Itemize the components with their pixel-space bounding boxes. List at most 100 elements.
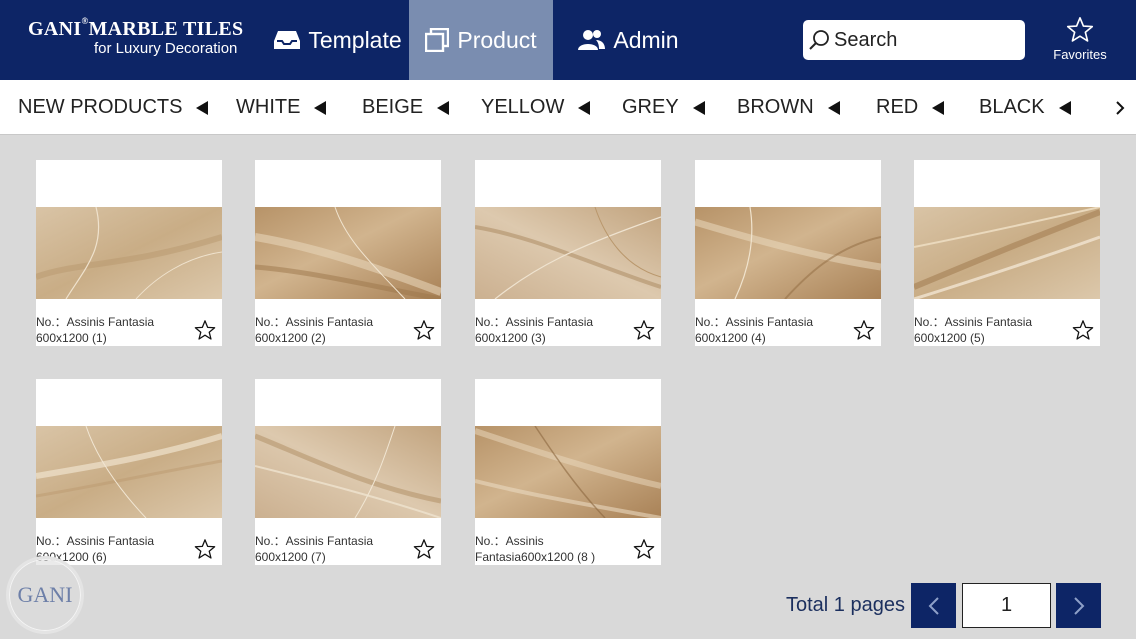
product-card-5[interactable]: No.：Assinis Fantasia 600x1200 (5) — [914, 160, 1100, 346]
product-size: 600x1200 (3) — [475, 331, 546, 345]
product-card-7[interactable]: No.：Assinis Fantasia 600x1200 (7) — [255, 379, 441, 565]
category-new-products[interactable]: NEW PRODUCTS — [18, 80, 209, 134]
product-image[interactable] — [695, 207, 881, 299]
category-label: WHITE — [236, 96, 301, 118]
category-label: RED — [876, 96, 919, 118]
favorite-star-icon[interactable] — [194, 538, 216, 560]
chevron-right-icon — [1116, 100, 1125, 115]
favorite-star-icon[interactable] — [853, 319, 875, 341]
next-page-button[interactable] — [1056, 583, 1101, 628]
category-label: YELLOW — [481, 96, 565, 118]
favorite-star-icon[interactable] — [413, 319, 435, 341]
product-size: 600x1200 (7) — [255, 550, 326, 564]
category-beige[interactable]: BEIGE — [362, 80, 450, 134]
chevron-left-icon — [928, 596, 939, 615]
triangle-left-icon — [437, 100, 450, 115]
favorites-label: Favorites — [1053, 47, 1107, 62]
brand-logo: GANI®MARBLE TILES for Luxury Decoration — [28, 16, 258, 57]
nav-template-label: Template — [308, 26, 402, 53]
triangle-left-icon — [1058, 100, 1071, 115]
favorite-star-icon[interactable] — [633, 538, 655, 560]
product-image[interactable] — [914, 207, 1100, 299]
favorite-star-icon[interactable] — [633, 319, 655, 341]
category-red[interactable]: RED — [876, 80, 945, 134]
total-pages-label: Total 1 pages — [786, 594, 905, 616]
product-number: No.：Assinis Fantasia — [36, 534, 155, 548]
product-caption: No.：Assinis Fantasia600x1200 (8 ) — [475, 533, 625, 565]
favorite-star-icon[interactable] — [194, 319, 216, 341]
category-white[interactable]: WHITE — [236, 80, 327, 134]
triangle-left-icon — [827, 100, 840, 115]
prev-page-button[interactable] — [911, 583, 956, 628]
nav-product-label: Product — [457, 26, 537, 53]
nav-admin[interactable]: Admin — [553, 0, 703, 80]
product-card-8[interactable]: No.：Assinis Fantasia600x1200 (8 ) — [475, 379, 661, 565]
product-card-1[interactable]: No.：Assinis Fantasia 600x1200 (1) — [36, 160, 222, 346]
product-image[interactable] — [36, 207, 222, 299]
favorite-star-icon[interactable] — [1072, 319, 1094, 341]
star-outline-icon — [1066, 17, 1094, 42]
chevron-right-icon — [1073, 596, 1084, 615]
product-caption: No.：Assinis Fantasia 600x1200 (5) — [914, 314, 1064, 346]
product-card-3[interactable]: No.：Assinis Fantasia 600x1200 (3) — [475, 160, 661, 346]
category-grey[interactable]: GREY — [622, 80, 705, 134]
product-image[interactable] — [475, 426, 661, 518]
product-number: No.：Assinis Fantasia — [475, 315, 594, 329]
search-box[interactable] — [803, 20, 1025, 60]
product-number: No.：Assinis Fantasia — [36, 315, 155, 329]
triangle-left-icon — [314, 100, 327, 115]
product-caption: No.：Assinis Fantasia 600x1200 (4) — [695, 314, 845, 346]
nav-template[interactable]: Template — [268, 0, 408, 80]
category-label: GREY — [622, 96, 679, 118]
brand-subtitle: for Luxury Decoration — [94, 40, 238, 57]
category-label: BROWN — [737, 96, 814, 118]
users-icon — [578, 30, 606, 50]
product-image[interactable] — [255, 207, 441, 299]
product-image[interactable] — [36, 426, 222, 518]
category-label: BLACK — [979, 96, 1045, 118]
product-caption: No.：Assinis Fantasia 600x1200 (1) — [36, 314, 186, 346]
product-number: No.：Assinis — [475, 534, 544, 548]
search-input[interactable] — [834, 28, 1014, 52]
product-caption: No.：Assinis Fantasia 600x1200 (7) — [255, 533, 405, 565]
brand-title: GANI®MARBLE TILES — [28, 16, 244, 40]
triangle-left-icon — [932, 100, 945, 115]
tray-icon — [274, 31, 301, 49]
product-size: Fantasia600x1200 (8 ) — [475, 550, 596, 564]
top-header: GANI®MARBLE TILES for Luxury Decoration … — [0, 0, 1136, 80]
product-number: No.：Assinis Fantasia — [695, 315, 814, 329]
category-yellow[interactable]: YELLOW — [481, 80, 591, 134]
category-bar: NEW PRODUCTS WHITE BEIGE YELLOW GREY BRO… — [0, 80, 1136, 135]
favorite-star-icon[interactable] — [413, 538, 435, 560]
category-label: NEW PRODUCTS — [18, 96, 183, 118]
copy-icon — [425, 28, 450, 52]
category-label: BEIGE — [362, 96, 424, 118]
nav-admin-label: Admin — [613, 26, 679, 53]
product-caption: No.：Assinis Fantasia 600x1200 (3) — [475, 314, 625, 346]
product-size: 600x1200 (5) — [914, 331, 985, 345]
floating-logo-button[interactable]: GANI — [6, 556, 84, 634]
product-size: 600x1200 (4) — [695, 331, 766, 345]
product-size: 600x1200 (2) — [255, 331, 326, 345]
triangle-left-icon — [196, 100, 209, 115]
product-size: 600x1200 (1) — [36, 331, 107, 345]
search-icon — [809, 30, 829, 50]
product-number: No.：Assinis Fantasia — [255, 315, 374, 329]
product-image[interactable] — [255, 426, 441, 518]
triangle-left-icon — [578, 100, 591, 115]
product-image[interactable] — [475, 207, 661, 299]
product-card-4[interactable]: No.：Assinis Fantasia 600x1200 (4) — [695, 160, 881, 346]
page-number-input[interactable] — [962, 583, 1051, 628]
favorites-button[interactable]: Favorites — [1046, 16, 1114, 68]
product-card-6[interactable]: No.：Assinis Fantasia 600x1200 (6) — [36, 379, 222, 565]
category-brown[interactable]: BROWN — [737, 80, 840, 134]
category-scroll-right-button[interactable] — [1104, 80, 1136, 134]
product-card-2[interactable]: No.：Assinis Fantasia 600x1200 (2) — [255, 160, 441, 346]
category-black[interactable]: BLACK — [979, 80, 1071, 134]
product-number: No.：Assinis Fantasia — [914, 315, 1033, 329]
triangle-left-icon — [692, 100, 705, 115]
floating-logo-text: GANI — [17, 582, 73, 607]
product-caption: No.：Assinis Fantasia 600x1200 (2) — [255, 314, 405, 346]
nav-product[interactable]: Product — [409, 0, 553, 80]
product-number: No.：Assinis Fantasia — [255, 534, 374, 548]
